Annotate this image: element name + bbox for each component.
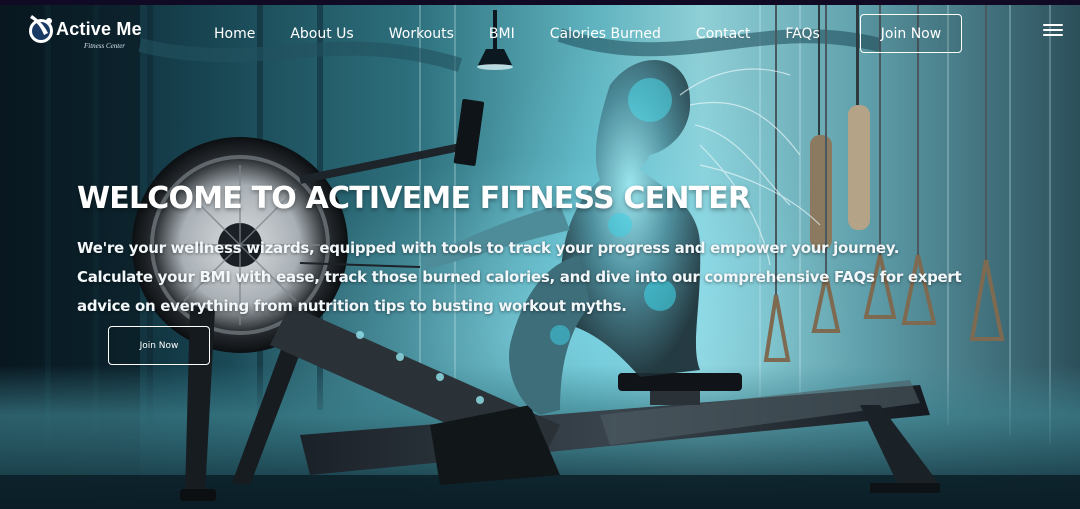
hero-section: Active Me Fitness Center Home About Us W… <box>0 5 1080 509</box>
nav-link-bmi[interactable]: BMI <box>489 26 515 42</box>
brand-logo[interactable]: Active Me Fitness Center <box>26 11 166 51</box>
runner-logo-icon <box>29 15 53 43</box>
main-navigation: Home About Us Workouts BMI Calories Burn… <box>200 23 855 45</box>
join-now-hero-button[interactable]: Join Now <box>108 326 210 365</box>
hamburger-line-top <box>1043 24 1063 26</box>
nav-link-contact[interactable]: Contact <box>696 26 750 42</box>
join-now-nav-button[interactable]: Join Now <box>860 14 962 53</box>
nav-link-workouts[interactable]: Workouts <box>389 26 454 42</box>
nav-link-faqs[interactable]: FAQs <box>785 26 819 42</box>
hamburger-icon[interactable] <box>1043 22 1063 38</box>
hero-description: We're your wellness wizards, equipped wi… <box>77 239 962 315</box>
nav-link-home[interactable]: Home <box>214 26 255 42</box>
hamburger-line-bottom <box>1043 34 1063 36</box>
brand-tagline: Fitness Center <box>84 42 126 50</box>
nav-link-about-us[interactable]: About Us <box>290 26 353 42</box>
hero-title: WELCOME TO ACTIVEME FITNESS CENTER <box>77 181 751 216</box>
brand-name: Active Me <box>56 19 142 39</box>
nav-link-calories-burned[interactable]: Calories Burned <box>550 26 661 42</box>
hamburger-line-middle <box>1043 29 1063 31</box>
